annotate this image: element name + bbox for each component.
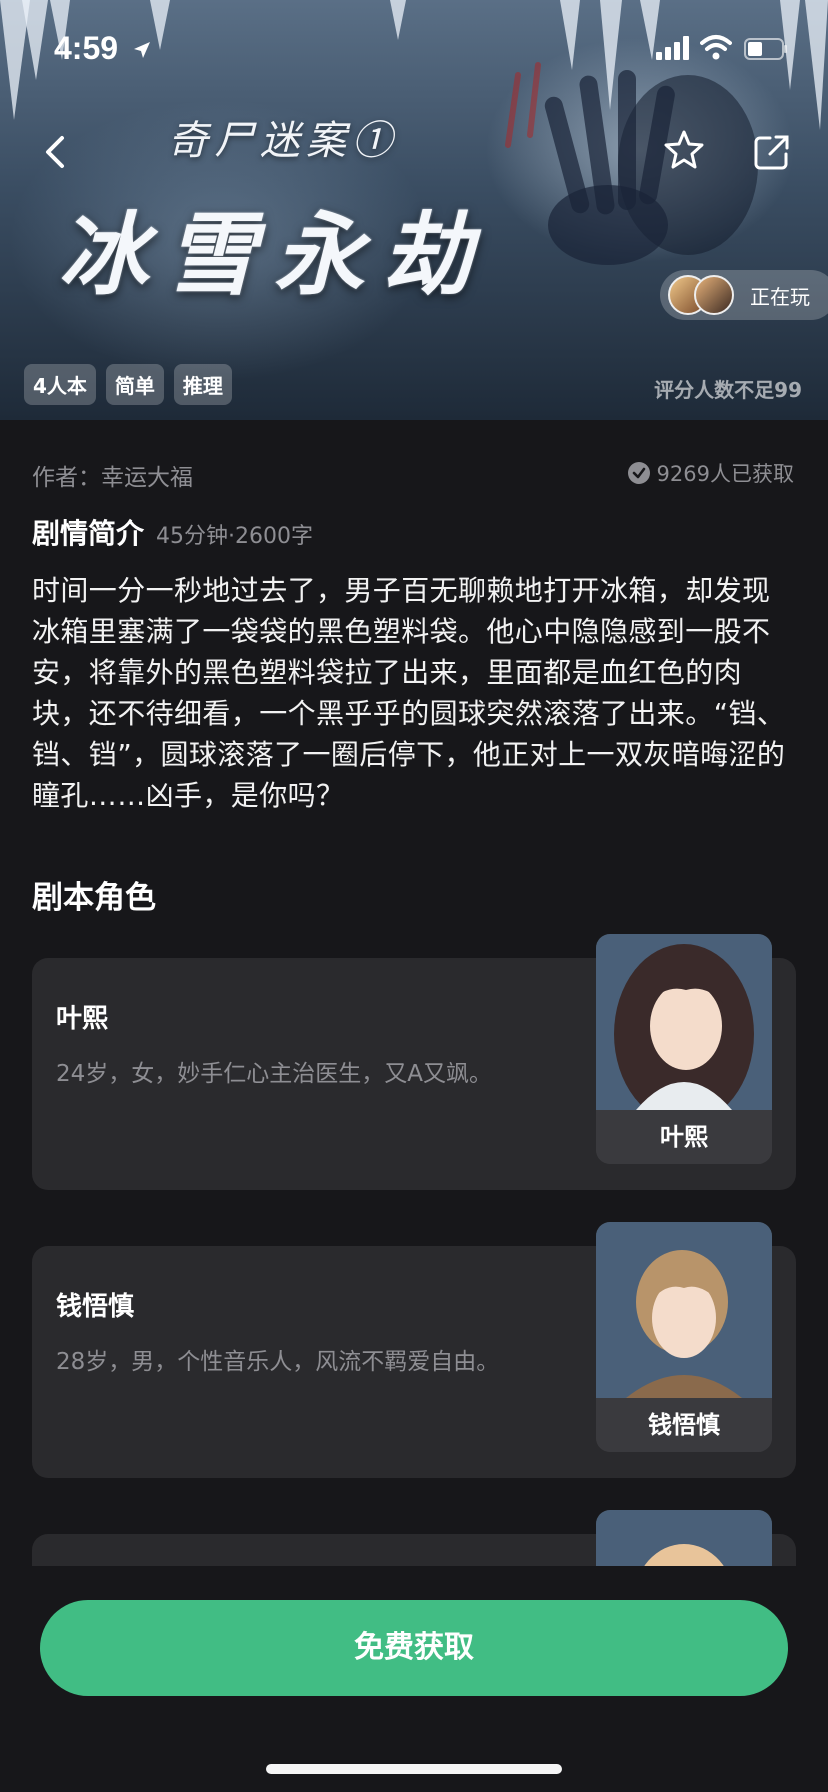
- role-name: 叶熙: [56, 1004, 109, 1034]
- role-card[interactable]: 叶熙 24岁，女，妙手仁心主治医生，又A又飒。 叶熙: [32, 934, 796, 1190]
- back-button[interactable]: [36, 128, 76, 176]
- series-title: 奇尸迷案①: [168, 118, 398, 164]
- tag-difficulty: 简单: [105, 364, 164, 405]
- tag-list: 4人本 简单 推理: [24, 364, 232, 405]
- role-portrait-image: [596, 1222, 772, 1398]
- battery-icon: [744, 38, 787, 60]
- player-avatar: [694, 275, 734, 315]
- favorite-star-icon[interactable]: [662, 128, 706, 172]
- role-card[interactable]: 钱悟慎 28岁，男，个性音乐人，风流不羁爱自由。 钱悟慎: [32, 1222, 796, 1478]
- location-arrow-icon: [134, 42, 150, 58]
- synopsis-text: 时间一分一秒地过去了，男子百无聊赖地打开冰箱，却发现冰箱里塞满了一袋袋的黑色塑料…: [32, 574, 786, 812]
- role-portrait-name: 钱悟慎: [596, 1398, 772, 1452]
- role-portrait-image: [596, 934, 772, 1110]
- now-playing-label: 正在玩: [750, 284, 810, 309]
- role-description: 28岁，男，个性音乐人，风流不羁爱自由。: [56, 1349, 500, 1375]
- author-label[interactable]: 作者：幸运大福: [32, 458, 193, 492]
- hero-banner: 4:59 奇尸迷案① 冰雪永劫 正在玩 4人本 简单 推理 评分人数不足99: [0, 0, 828, 420]
- roles-section-title: 剧本角色: [32, 880, 156, 916]
- obtained-count-text: 9269人已获取: [656, 462, 794, 486]
- script-title: 冰雪永劫: [58, 202, 490, 308]
- role-portrait[interactable]: 钱悟慎: [596, 1222, 772, 1452]
- status-time: 4:59: [54, 30, 119, 66]
- share-icon[interactable]: [752, 132, 792, 172]
- check-circle-icon: [627, 462, 650, 484]
- role-portrait-name: 叶熙: [596, 1110, 772, 1164]
- wifi-icon: [700, 35, 732, 60]
- home-indicator: [266, 1764, 562, 1774]
- synopsis-header: 剧情简介 45分钟·2600字: [32, 512, 313, 552]
- cellular-signal-icon: [656, 36, 689, 60]
- now-playing-pill[interactable]: 正在玩: [660, 270, 828, 320]
- get-free-button[interactable]: 免费获取: [40, 1600, 788, 1696]
- role-name: 钱悟慎: [56, 1292, 135, 1322]
- synopsis-meta: 45分钟·2600字: [156, 524, 313, 549]
- rating-note: 评分人数不足99: [654, 378, 802, 402]
- status-bar: 4:59: [0, 0, 828, 96]
- role-description: 24岁，女，妙手仁心主治医生，又A又飒。: [56, 1061, 493, 1087]
- tag-player-count: 4人本: [24, 364, 96, 405]
- tag-genre: 推理: [173, 364, 232, 405]
- obtained-count: 9269人已获取: [627, 458, 794, 488]
- synopsis-title: 剧情简介: [32, 517, 145, 550]
- role-portrait[interactable]: 叶熙: [596, 934, 772, 1164]
